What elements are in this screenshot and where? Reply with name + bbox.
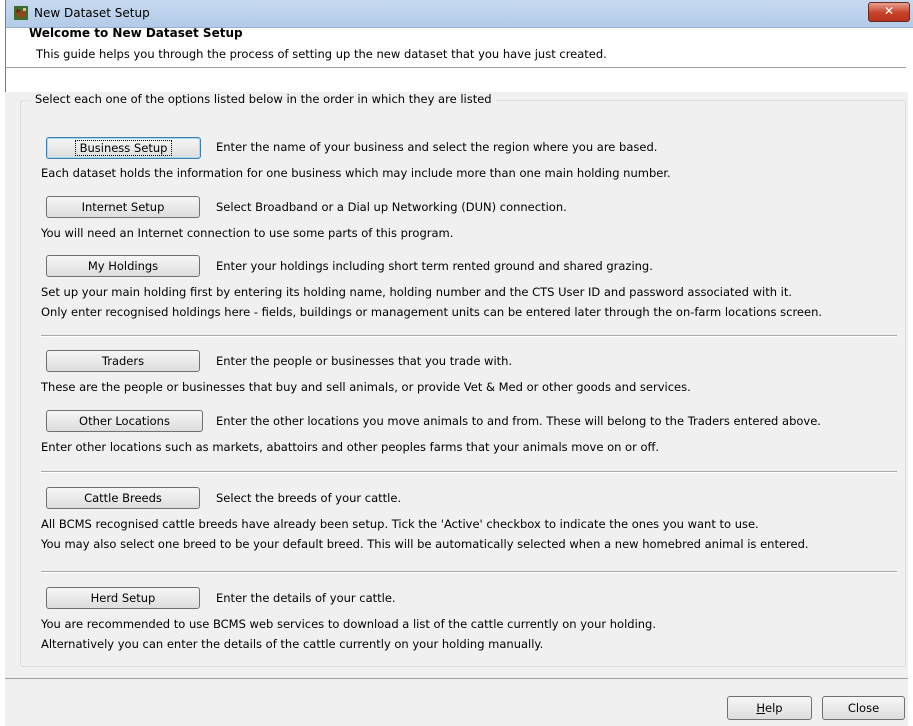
help-button-mnemonic: H bbox=[756, 701, 766, 715]
footer-divider bbox=[5, 678, 908, 679]
business-setup-button[interactable]: Business Setup bbox=[46, 137, 201, 159]
traders-note: These are the people or businesses that … bbox=[41, 380, 691, 394]
window-title: New Dataset Setup bbox=[34, 6, 150, 20]
page-subtitle: This guide helps you through the process… bbox=[36, 47, 607, 61]
traders-description: Enter the people or businesses that you … bbox=[216, 354, 513, 368]
internet-setup-button[interactable]: Internet Setup bbox=[46, 196, 200, 218]
section-divider bbox=[41, 471, 897, 473]
cattle-breeds-note-2: You may also select one breed to be your… bbox=[41, 537, 809, 551]
internet-setup-note: You will need an Internet connection to … bbox=[41, 226, 454, 240]
close-icon[interactable]: ✕ bbox=[868, 2, 910, 22]
close-button[interactable]: Close bbox=[822, 696, 905, 720]
title-bar[interactable]: New Dataset Setup ✕ bbox=[6, 0, 913, 28]
internet-setup-description: Select Broadband or a Dial up Networking… bbox=[216, 200, 567, 214]
cattle-breeds-description: Select the breeds of your cattle. bbox=[216, 491, 402, 505]
cattle-breeds-button[interactable]: Cattle Breeds bbox=[46, 487, 200, 509]
other-locations-note: Enter other locations such as markets, a… bbox=[41, 440, 660, 454]
other-locations-description: Enter the other locations you move anima… bbox=[216, 414, 821, 428]
cattle-app-icon bbox=[14, 6, 28, 20]
help-button[interactable]: Help bbox=[727, 696, 812, 720]
header-divider bbox=[5, 67, 906, 68]
herd-setup-note-1: You are recommended to use BCMS web serv… bbox=[41, 617, 657, 631]
cattle-breeds-note-1: All BCMS recognised cattle breeds have a… bbox=[41, 517, 759, 531]
traders-button[interactable]: Traders bbox=[46, 350, 200, 372]
my-holdings-button[interactable]: My Holdings bbox=[46, 255, 200, 277]
section-divider bbox=[41, 335, 897, 337]
section-divider bbox=[41, 571, 897, 573]
page-title: Welcome to New Dataset Setup bbox=[29, 26, 243, 40]
options-group-legend: Select each one of the options listed be… bbox=[31, 92, 496, 106]
herd-setup-note-2: Alternatively you can enter the details … bbox=[41, 637, 544, 651]
herd-setup-button[interactable]: Herd Setup bbox=[46, 587, 200, 609]
herd-setup-description: Enter the details of your cattle. bbox=[216, 591, 396, 605]
my-holdings-description: Enter your holdings including short term… bbox=[216, 259, 653, 273]
business-setup-note: Each dataset holds the information for o… bbox=[41, 166, 671, 180]
other-locations-button[interactable]: Other Locations bbox=[46, 410, 203, 432]
business-setup-button-label: Business Setup bbox=[74, 140, 173, 156]
help-button-label: elp bbox=[765, 701, 783, 715]
my-holdings-note-1: Set up your main holding first by enteri… bbox=[41, 285, 793, 299]
business-setup-description: Enter the name of your business and sele… bbox=[216, 140, 658, 154]
my-holdings-note-2: Only enter recognised holdings here - fi… bbox=[41, 305, 823, 319]
